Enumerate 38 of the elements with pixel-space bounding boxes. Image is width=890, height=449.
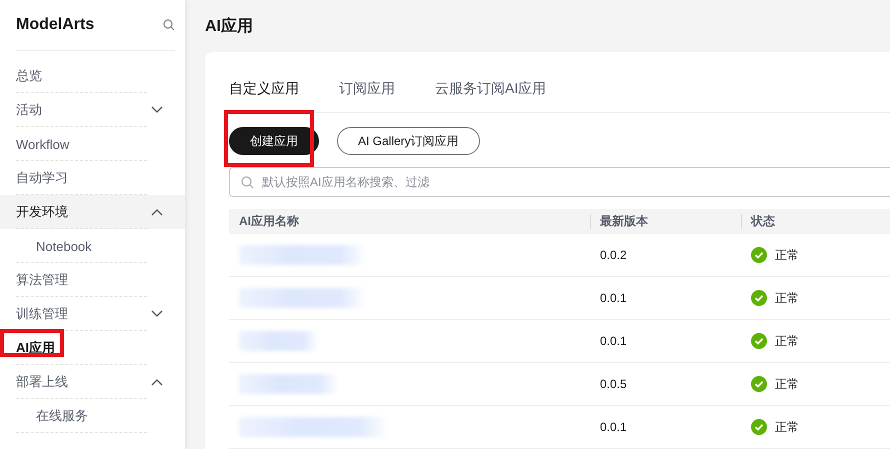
search-field[interactable]: 默认按照AI应用名称搜索、过滤 bbox=[229, 167, 890, 197]
sidebar-item[interactable]: 算法管理 bbox=[0, 263, 185, 297]
version-text: 0.0.1 bbox=[600, 420, 627, 434]
column-header: AI应用名称 bbox=[229, 209, 590, 234]
status-text: 正常 bbox=[775, 332, 799, 350]
tab[interactable]: 自定义应用 bbox=[229, 80, 299, 98]
chevron-down-icon[interactable] bbox=[151, 106, 163, 114]
subscribe-button[interactable]: AI Gallery订阅应用 bbox=[337, 127, 480, 155]
column-header: 最新版本 bbox=[590, 209, 741, 234]
version-text: 0.0.2 bbox=[600, 248, 627, 262]
sidebar-item[interactable]: 活动 bbox=[0, 93, 185, 127]
page-title: AI应用 bbox=[205, 16, 254, 36]
sidebar-item[interactable]: 开发环境 bbox=[0, 195, 185, 229]
tab[interactable]: 订阅应用 bbox=[339, 80, 395, 98]
column-header: 状态 bbox=[741, 209, 890, 234]
search-icon[interactable] bbox=[163, 19, 175, 31]
create-button[interactable]: 创建应用 bbox=[229, 127, 319, 155]
search-icon bbox=[241, 176, 254, 189]
version-text: 0.0.5 bbox=[600, 377, 627, 391]
sidebar-item[interactable]: 总览 bbox=[0, 59, 185, 93]
chevron-down-icon[interactable] bbox=[151, 310, 163, 318]
sidebar-item[interactable]: 在线服务 bbox=[0, 399, 185, 433]
sidebar-item[interactable]: 自动学习 bbox=[0, 161, 185, 195]
sidebar-item[interactable]: 部署上线 bbox=[0, 365, 185, 399]
chevron-up-icon[interactable] bbox=[151, 208, 163, 216]
status-text: 正常 bbox=[775, 246, 799, 264]
sidebar-item[interactable]: 训练管理 bbox=[0, 297, 185, 331]
sidebar-item[interactable]: Workflow bbox=[0, 127, 185, 161]
status-text: 正常 bbox=[775, 376, 799, 392]
chevron-up-icon[interactable] bbox=[151, 378, 163, 386]
status-text: 正常 bbox=[775, 418, 799, 436]
sidebar-item[interactable]: Notebook bbox=[0, 229, 185, 263]
app-title: ModelArts bbox=[16, 16, 94, 34]
tab[interactable]: 云服务订阅AI应用 bbox=[435, 80, 546, 98]
version-text: 0.0.1 bbox=[600, 291, 627, 305]
version-text: 0.0.1 bbox=[600, 334, 627, 348]
status-text: 正常 bbox=[775, 290, 799, 306]
sidebar-item[interactable]: AI应用 bbox=[0, 331, 185, 365]
